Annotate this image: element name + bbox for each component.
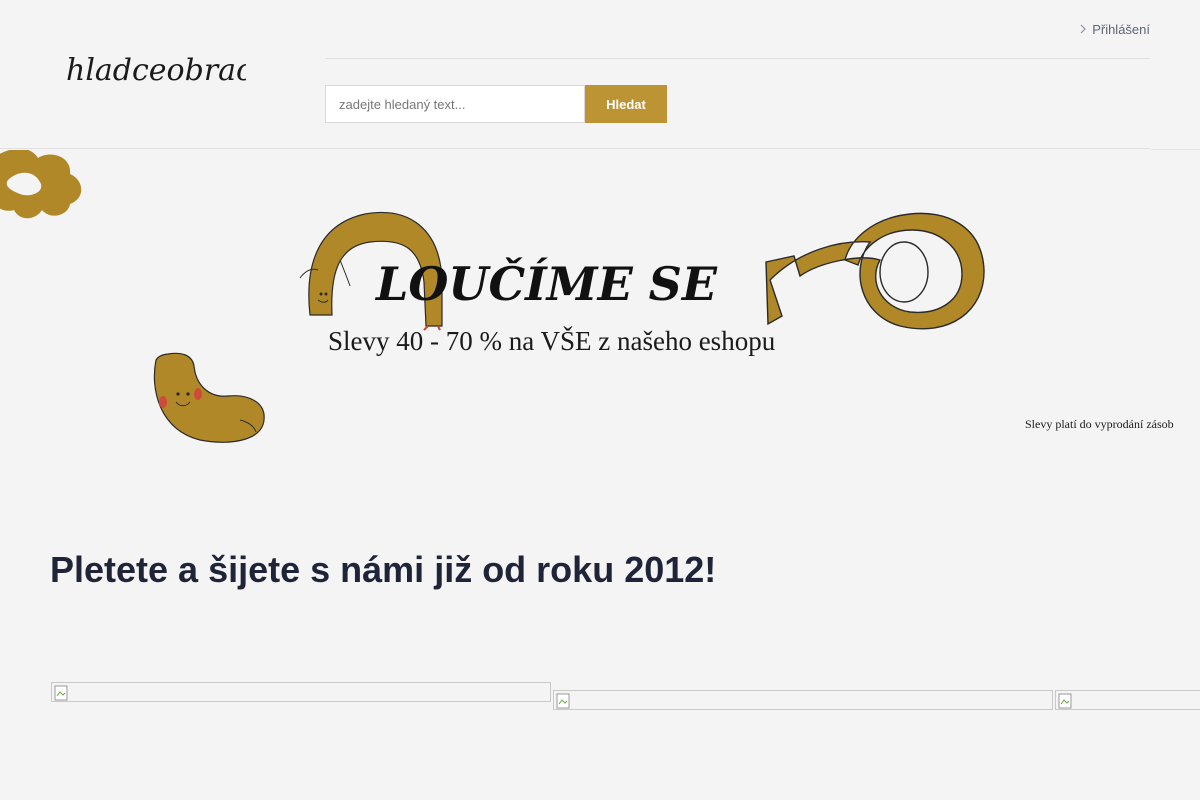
pasta-face-icon: [153, 352, 265, 443]
page-heading: Pletete a šijete s námi již od roku 2012…: [50, 549, 717, 590]
promo-banner-artwork: LOUČÍME SE Slevy 40 - 70 % na VŠE z naše…: [0, 150, 1174, 443]
header-bottom-divider: [0, 148, 1150, 149]
login-link[interactable]: Přihlášení: [1080, 20, 1150, 38]
search-form: Hledat: [325, 85, 667, 123]
page: hladceobrace Přihlášení Hledat: [0, 0, 1200, 800]
header-divider: [325, 58, 1150, 59]
banner-subtitle: Slevy 40 - 70 % na VŠE z našeho eshopu: [328, 326, 776, 356]
gallery-image[interactable]: [1055, 690, 1200, 710]
chevron-right-icon: [1080, 24, 1087, 34]
site-header: hladceobrace Přihlášení Hledat: [0, 0, 1200, 150]
swirl-arrow-icon: [765, 212, 985, 330]
search-button[interactable]: Hledat: [585, 85, 667, 123]
search-input[interactable]: [325, 85, 585, 123]
login-label: Přihlášení: [1092, 21, 1150, 37]
banner-title: LOUČÍME SE: [374, 256, 718, 311]
broken-image-icon: [1058, 693, 1072, 709]
promo-banner[interactable]: LOUČÍME SE Slevy 40 - 70 % na VŠE z naše…: [0, 150, 1200, 470]
gallery-image[interactable]: [553, 690, 1053, 710]
broken-image-icon: [556, 693, 570, 709]
broken-image-icon: [54, 685, 68, 701]
banner-note: Slevy platí do vyprodání zásob: [1025, 417, 1174, 431]
site-logo[interactable]: hladceobrace: [66, 44, 246, 92]
flower-decoration-icon: [0, 150, 82, 219]
gallery-image[interactable]: [51, 682, 551, 702]
logo-text: hladceobrace: [66, 53, 246, 88]
